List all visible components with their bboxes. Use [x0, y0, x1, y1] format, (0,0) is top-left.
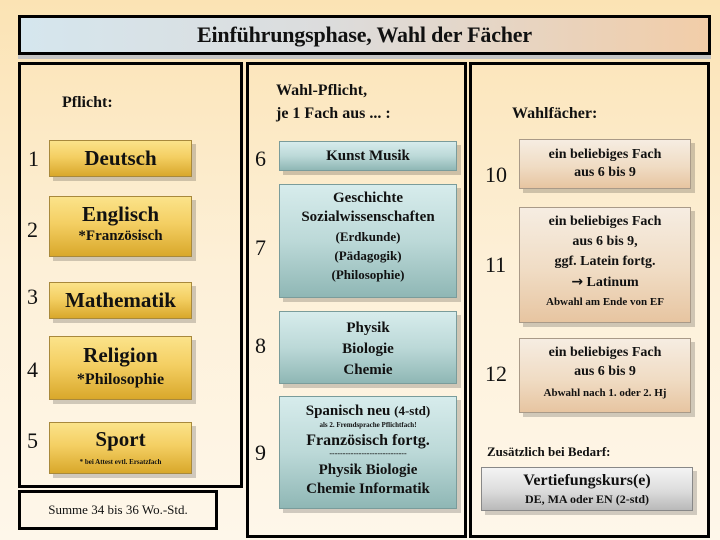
subject-label: Religion	[83, 343, 158, 367]
subject-label: Deutsch	[84, 146, 157, 170]
pflicht-heading: Pflicht:	[62, 94, 113, 111]
option-12[interactable]: ein beliebiges Fach aus 6 bis 9 Abwahl n…	[519, 338, 691, 413]
option-line: ein beliebiges Fach	[548, 345, 662, 360]
group-line: Geschichte	[333, 190, 403, 206]
option-note: Abwahl nach 1. oder 2. Hj	[543, 387, 667, 399]
subject-number: 2	[27, 217, 38, 242]
total-hours-box: Summe 34 bis 36 Wo.-Std.	[18, 490, 218, 530]
subject-alternative: *Philosophie	[76, 371, 165, 388]
vertiefungskurs-title: Vertiefungskurs(e)	[523, 472, 651, 489]
subject-number: 5	[27, 428, 38, 453]
subject-label: Sport	[95, 427, 146, 451]
spanisch-hours: (4-std)	[394, 403, 431, 418]
subject-number: 4	[27, 357, 38, 382]
vertiefungskurs-detail: DE, MA oder EN (2-std)	[524, 492, 650, 506]
group-number: 8	[255, 333, 266, 358]
subject-religion[interactable]: Religion *Philosophie	[49, 336, 192, 400]
group-line: Biologie	[342, 341, 394, 357]
extra-heading: Zusätzlich bei Bedarf:	[487, 444, 611, 459]
wahlpflicht-heading-line1: Wahl-Pflicht,	[276, 82, 368, 99]
option-line: aus 6 bis 9	[574, 165, 636, 180]
group-line: (Erdkunde)	[335, 229, 401, 244]
option-number: 12	[485, 361, 507, 386]
group-line: (Pädagogik)	[334, 248, 402, 263]
spanisch-label: Spanisch neu	[305, 403, 391, 419]
subject-note: * bei Attest evtl. Ersatzfach	[79, 458, 162, 466]
option-11[interactable]: ein beliebiges Fach aus 6 bis 9, ggf. La…	[519, 207, 691, 323]
group-number: 9	[255, 440, 266, 465]
group-kunst-musik[interactable]: Kunst Musik	[279, 141, 457, 171]
subject-label: Mathematik	[65, 288, 176, 312]
subject-number: 3	[27, 284, 38, 309]
separator: -----------------------------	[329, 449, 407, 458]
option-note: Abwahl am Ende von EF	[546, 296, 664, 308]
option-line: ggf. Latein fortg.	[554, 254, 656, 269]
page-title: Einführungsphase, Wahl der Fächer	[18, 15, 711, 55]
group-line: Physik	[346, 320, 390, 336]
subject-mathematik[interactable]: Mathematik	[49, 282, 192, 319]
group-sprachen-informatik[interactable]: Spanisch neu (4-std) als 2. Fremdsprache…	[279, 396, 457, 509]
group-line: Chemie	[343, 362, 393, 378]
option-line: ein beliebiges Fach	[548, 214, 662, 229]
group-line: Sozialwissenschaften	[301, 209, 435, 225]
group-line: (Philosophie)	[331, 267, 405, 282]
subject-deutsch[interactable]: Deutsch	[49, 140, 192, 177]
wahlpflicht-heading-line2: je 1 Fach aus ... :	[276, 105, 391, 122]
option-line: aus 6 bis 9,	[572, 234, 638, 249]
group-gesellschaft[interactable]: Geschichte Sozialwissenschaften (Erdkund…	[279, 184, 457, 298]
latinum-label: Latinum	[586, 275, 639, 290]
science-line: Chemie Informatik	[306, 481, 430, 497]
latinum-line: → Latinum	[520, 272, 690, 293]
spanisch-line: Spanisch neu (4-std)	[280, 401, 456, 421]
wahlfaecher-heading: Wahlfächer:	[512, 105, 598, 122]
vertiefungskurs-button[interactable]: Vertiefungskurs(e) DE, MA oder EN (2-std…	[481, 467, 693, 511]
option-line: aus 6 bis 9	[574, 364, 636, 379]
franzoesisch-label: Französisch fortg.	[306, 432, 430, 449]
option-number: 11	[485, 252, 507, 277]
subject-sport[interactable]: Sport * bei Attest evtl. Ersatzfach	[49, 422, 192, 474]
group-number: 6	[255, 146, 266, 171]
subject-englisch[interactable]: Englisch *Französisch	[49, 196, 192, 257]
group-label: Kunst Musik	[326, 148, 410, 164]
subject-label: Englisch	[81, 202, 160, 226]
spanisch-note: als 2. Fremdsprache Pflichtfach!	[319, 421, 417, 429]
science-line: Physik Biologie	[318, 462, 418, 478]
group-naturwissenschaften[interactable]: Physik Biologie Chemie	[279, 311, 457, 384]
option-number: 10	[485, 162, 507, 187]
subject-alternative: *Französisch	[78, 228, 163, 244]
option-line: ein beliebiges Fach	[548, 147, 662, 162]
arrow-right-icon: →	[571, 274, 584, 290]
group-number: 7	[255, 235, 266, 260]
option-10[interactable]: ein beliebiges Fach aus 6 bis 9	[519, 139, 691, 189]
subject-number: 1	[28, 146, 39, 171]
